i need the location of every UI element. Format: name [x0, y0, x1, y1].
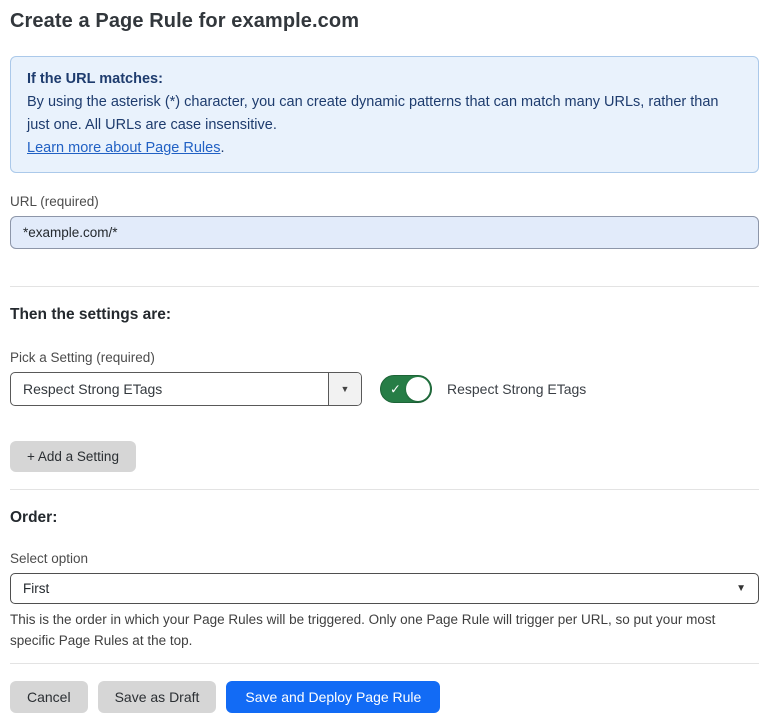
url-field-label: URL (required): [10, 194, 759, 209]
save-deploy-button[interactable]: Save and Deploy Page Rule: [226, 681, 440, 713]
settings-heading: Then the settings are:: [10, 306, 759, 324]
info-box-body: By using the asterisk (*) character, you…: [27, 91, 742, 137]
chevron-down-icon: ▼: [736, 584, 746, 594]
link-suffix: .: [220, 140, 224, 156]
setting-row: Respect Strong ETags ▼ ✓ Respect Strong …: [10, 372, 759, 406]
info-box-link-line: Learn more about Page Rules.: [27, 137, 742, 160]
info-box-heading: If the URL matches:: [27, 68, 742, 91]
cancel-button[interactable]: Cancel: [10, 681, 88, 713]
learn-more-link[interactable]: Learn more about Page Rules: [27, 140, 220, 156]
footer-actions: Cancel Save as Draft Save and Deploy Pag…: [10, 681, 759, 713]
page-title: Create a Page Rule for example.com: [10, 10, 759, 33]
setting-select-arrow-button[interactable]: ▼: [328, 373, 361, 405]
divider: [10, 489, 759, 490]
divider: [10, 286, 759, 287]
setting-picker-label: Pick a Setting (required): [10, 350, 759, 365]
order-select-value: First: [23, 581, 49, 596]
url-input[interactable]: [10, 216, 759, 249]
setting-select[interactable]: Respect Strong ETags ▼: [10, 372, 362, 406]
divider: [10, 663, 759, 664]
etags-toggle[interactable]: ✓: [380, 375, 432, 403]
order-select[interactable]: First ▼: [10, 573, 759, 604]
toggle-label: Respect Strong ETags: [447, 381, 586, 397]
order-select-label: Select option: [10, 551, 759, 566]
save-draft-button[interactable]: Save as Draft: [98, 681, 217, 713]
url-match-info-box: If the URL matches: By using the asteris…: [10, 56, 759, 173]
order-help-text: This is the order in which your Page Rul…: [10, 609, 759, 651]
add-setting-button[interactable]: + Add a Setting: [10, 441, 136, 472]
order-heading: Order:: [10, 509, 759, 527]
check-icon: ✓: [390, 383, 401, 396]
setting-select-value: Respect Strong ETags: [11, 373, 328, 405]
toggle-knob: [406, 377, 430, 401]
chevron-down-icon: ▼: [341, 385, 350, 394]
page-rule-form: Create a Page Rule for example.com If th…: [0, 0, 769, 713]
